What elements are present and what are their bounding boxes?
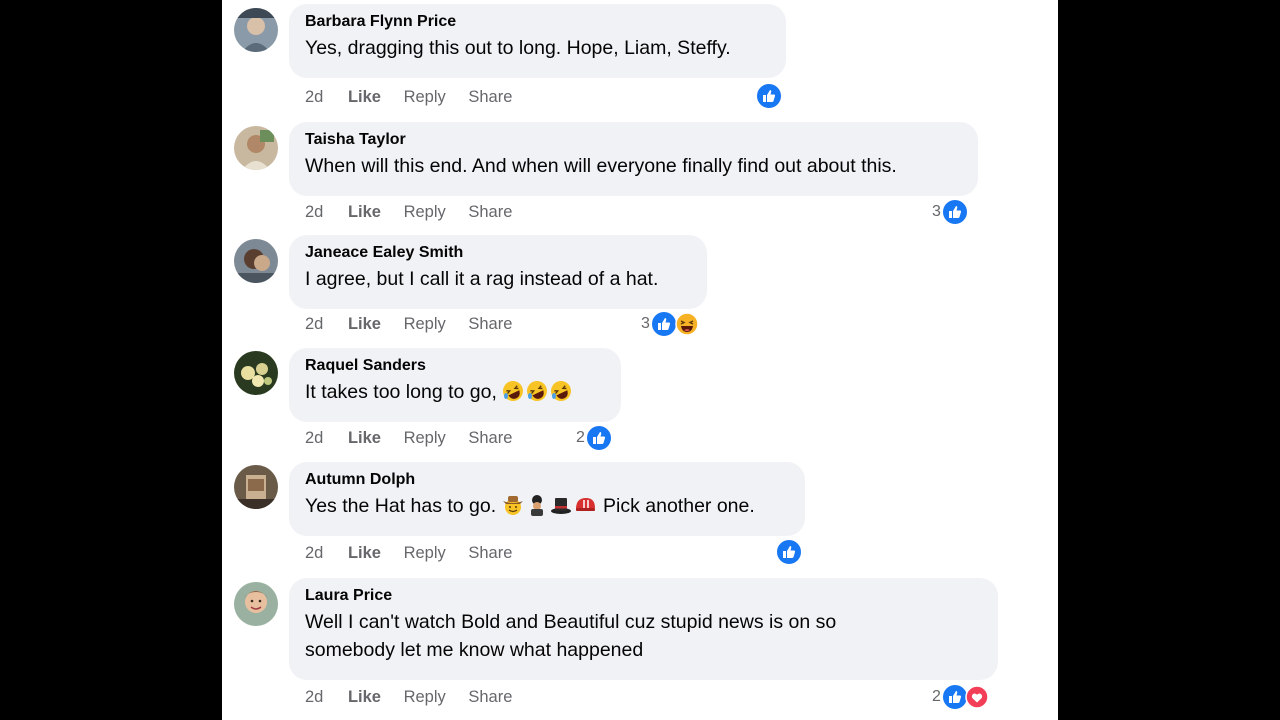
comment-time[interactable]: 2d xyxy=(305,88,323,107)
like-button[interactable]: Like xyxy=(348,315,381,334)
reply-button[interactable]: Reply xyxy=(404,544,446,563)
rofl-emoji xyxy=(502,380,524,402)
like-reaction-icon xyxy=(941,199,968,225)
comment-time[interactable]: 2d xyxy=(305,429,323,448)
guard-emoji xyxy=(526,494,548,516)
reaction-summary[interactable] xyxy=(776,539,802,565)
reaction-summary[interactable]: 2 xyxy=(576,425,612,451)
comment-bubble: Taisha Taylor When will this end. And wh… xyxy=(289,122,978,196)
haha-reaction-icon xyxy=(675,312,699,336)
rofl-emoji xyxy=(526,380,548,402)
reaction-count: 3 xyxy=(932,203,941,220)
comment-author[interactable]: Janeace Ealey Smith xyxy=(305,243,690,263)
cowboy-hat-face-emoji xyxy=(502,494,524,516)
comment-time[interactable]: 2d xyxy=(305,544,323,563)
share-button[interactable]: Share xyxy=(468,688,512,707)
comment-bubble: Laura Price Well I can't watch Bold and … xyxy=(289,578,998,680)
share-button[interactable]: Share xyxy=(468,88,512,107)
share-button[interactable]: Share xyxy=(468,429,512,448)
top-hat-emoji xyxy=(550,494,572,516)
comment-actions: 2d Like Reply Share xyxy=(305,544,530,563)
reply-button[interactable]: Reply xyxy=(404,688,446,707)
like-reaction-icon xyxy=(650,311,677,337)
reaction-count: 3 xyxy=(641,315,650,332)
comment-author[interactable]: Autumn Dolph xyxy=(305,470,788,490)
comment-text: Yes the Hat has to go. Pick another one. xyxy=(305,492,788,520)
like-reaction-icon xyxy=(776,539,802,565)
reply-button[interactable]: Reply xyxy=(404,88,446,107)
reaction-summary[interactable] xyxy=(756,83,782,109)
comment-text: Yes, dragging this out to long. Hope, Li… xyxy=(305,37,731,59)
comment-text-main: It takes too long to go, xyxy=(305,381,497,403)
comment-author[interactable]: Laura Price xyxy=(305,586,981,606)
comment-text: Well I can't watch Bold and Beautiful cu… xyxy=(305,611,837,661)
reply-button[interactable]: Reply xyxy=(404,315,446,334)
rofl-emoji xyxy=(550,380,572,402)
comment-time[interactable]: 2d xyxy=(305,203,323,222)
comment-text-main: Yes the Hat has to go. xyxy=(305,495,497,517)
share-button[interactable]: Share xyxy=(468,544,512,563)
comment-text-after: Pick another one. xyxy=(603,495,755,517)
comment-author[interactable]: Raquel Sanders xyxy=(305,356,604,376)
reaction-summary[interactable]: 2 xyxy=(932,684,989,710)
like-button[interactable]: Like xyxy=(348,88,381,107)
reply-button[interactable]: Reply xyxy=(404,203,446,222)
comment-bubble: Barbara Flynn Price Yes, dragging this o… xyxy=(289,4,786,78)
comment-actions: 2d Like Reply Share xyxy=(305,88,530,107)
love-reaction-icon xyxy=(965,685,989,709)
comment-author[interactable]: Barbara Flynn Price xyxy=(305,12,769,32)
comment-actions: 2d Like Reply Share xyxy=(305,203,530,222)
comments-panel: Barbara Flynn Price Yes, dragging this o… xyxy=(222,0,1058,720)
like-reaction-icon xyxy=(585,425,612,451)
comment-actions: 2d Like Reply Share xyxy=(305,688,530,707)
comment-time[interactable]: 2d xyxy=(305,688,323,707)
comment-bubble: Autumn Dolph Yes the Hat has to go. Pick… xyxy=(289,462,805,536)
like-button[interactable]: Like xyxy=(348,544,381,563)
comment-text: I agree, but I call it a rag instead of … xyxy=(305,268,659,290)
like-reaction-icon xyxy=(756,83,782,109)
helmet-emoji xyxy=(574,494,596,516)
reaction-summary[interactable]: 3 xyxy=(932,199,968,225)
comment-bubble: Janeace Ealey Smith I agree, but I call … xyxy=(289,235,707,309)
reaction-count: 2 xyxy=(576,429,585,446)
reaction-count: 2 xyxy=(932,688,941,705)
comment-text: It takes too long to go, xyxy=(305,378,604,406)
like-button[interactable]: Like xyxy=(348,203,381,222)
comment-actions: 2d Like Reply Share xyxy=(305,429,530,448)
reaction-summary[interactable]: 3 xyxy=(641,311,699,337)
avatar[interactable] xyxy=(234,582,278,626)
comment-bubble: Raquel Sanders It takes too long to go, xyxy=(289,348,621,422)
comment-author[interactable]: Taisha Taylor xyxy=(305,130,961,150)
avatar[interactable] xyxy=(234,465,278,509)
comment-time[interactable]: 2d xyxy=(305,315,323,334)
share-button[interactable]: Share xyxy=(468,203,512,222)
avatar[interactable] xyxy=(234,239,278,283)
like-button[interactable]: Like xyxy=(348,429,381,448)
like-button[interactable]: Like xyxy=(348,688,381,707)
comment-actions: 2d Like Reply Share xyxy=(305,315,530,334)
reply-button[interactable]: Reply xyxy=(404,429,446,448)
avatar[interactable] xyxy=(234,126,278,170)
avatar[interactable] xyxy=(234,8,278,52)
share-button[interactable]: Share xyxy=(468,315,512,334)
avatar[interactable] xyxy=(234,351,278,395)
comment-text: When will this end. And when will everyo… xyxy=(305,155,897,177)
